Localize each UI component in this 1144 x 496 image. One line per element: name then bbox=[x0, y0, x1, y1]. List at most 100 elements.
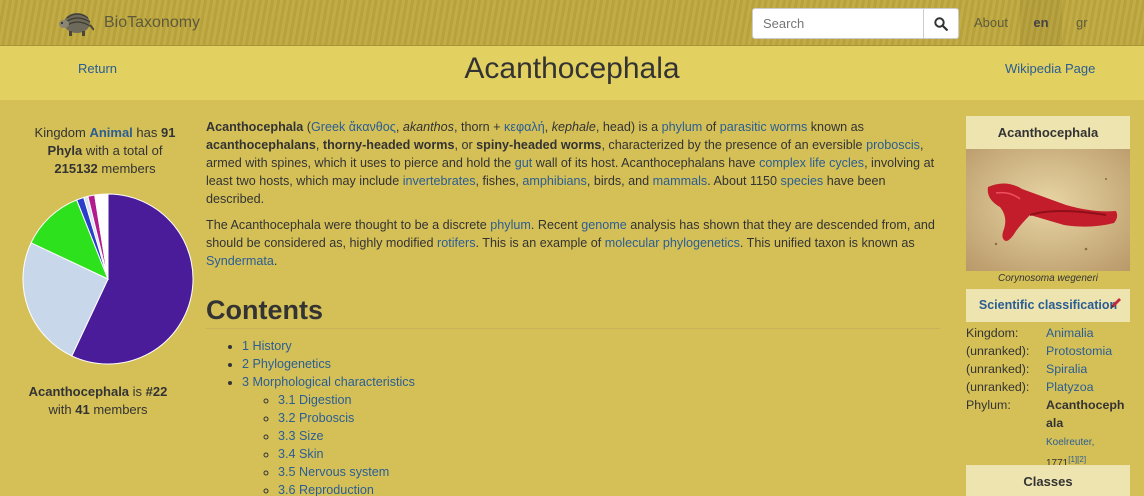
taxon-link-platyzoa[interactable]: Platyzoa bbox=[1046, 380, 1094, 394]
taxon-link-spiralia[interactable]: Spiralia bbox=[1046, 362, 1087, 376]
search-input[interactable] bbox=[753, 9, 923, 38]
phyla-word: Phyla bbox=[47, 143, 83, 158]
rank-label: (unranked): bbox=[966, 362, 1030, 376]
text: , thorn + bbox=[453, 120, 505, 134]
greek-link[interactable]: Greek ἄκανθος bbox=[311, 120, 396, 134]
nav-about-link[interactable]: About bbox=[962, 0, 1020, 46]
article-paragraph-2: The Acanthocephala were thought to be a … bbox=[206, 216, 940, 270]
table-row: (unranked): Platyzoa bbox=[966, 378, 1130, 396]
text: . bbox=[273, 254, 278, 268]
stats-text: members bbox=[97, 161, 156, 176]
phylum-rank: Acanthocephala is #22 with 41 members bbox=[20, 383, 176, 419]
parasitic-worms-link[interactable]: parasitic worms bbox=[720, 120, 807, 134]
classification-table: Kingdom: Animalia (unranked): Protostomia … bbox=[966, 324, 1130, 472]
text: wall of its host. Acanthocephalans have bbox=[532, 156, 760, 170]
rank-text: members bbox=[89, 402, 148, 417]
top-navbar: BioTaxonomy About en gr bbox=[0, 0, 1144, 46]
article-body: Acanthocephala (Greek ἄκανθος, akanthos,… bbox=[206, 118, 940, 278]
search-button[interactable] bbox=[923, 9, 958, 38]
text: , birds, and bbox=[586, 174, 653, 188]
reference-link[interactable]: [1][2] bbox=[1068, 455, 1086, 464]
rank-text: is bbox=[129, 384, 146, 399]
text: , bbox=[544, 120, 552, 134]
toc-subitem: 3.4 Skin bbox=[278, 445, 415, 463]
text: The Acanthocephala were thought to be a … bbox=[206, 218, 491, 232]
members-total: 215132 bbox=[54, 161, 98, 176]
syndermata-link[interactable]: Syndermata bbox=[206, 254, 274, 268]
rank-value: #22 bbox=[145, 384, 168, 399]
table-row: Phylum: Acanthoceph ala Koelreuter, 1771[1… bbox=[966, 396, 1130, 472]
text: . Recent bbox=[530, 218, 582, 232]
lang-gr-link[interactable]: gr bbox=[1064, 0, 1100, 46]
toc-link-history[interactable]: 1 History bbox=[242, 339, 292, 353]
term-bold: thorny-headed worms bbox=[322, 138, 455, 152]
text: , head) is a bbox=[595, 120, 662, 134]
toc-subitem: 3.2 Proboscis bbox=[278, 409, 415, 427]
toc-link-digestion[interactable]: 3.1 Digestion bbox=[278, 393, 352, 407]
kingdom-link[interactable]: Animal bbox=[89, 125, 132, 140]
authority-link[interactable]: Koelreuter, bbox=[1046, 437, 1094, 448]
toc-link-reproduction[interactable]: 3.6 Reproduction bbox=[278, 483, 374, 496]
stats-text: Kingdom bbox=[34, 125, 90, 140]
stats-text: has bbox=[132, 125, 161, 140]
table-row: (unranked): Protostomia bbox=[966, 342, 1130, 360]
table-row: (unranked): Spiralia bbox=[966, 360, 1130, 378]
contents-heading: Contents bbox=[206, 295, 940, 329]
invertebrates-link[interactable]: invertebrates bbox=[403, 174, 476, 188]
toc-link-size[interactable]: 3.3 Size bbox=[278, 429, 324, 443]
scientific-classification-heading[interactable]: Scientific classification bbox=[966, 289, 1130, 322]
rank-label: Kingdom: bbox=[966, 326, 1019, 340]
stats-text: with a total of bbox=[82, 143, 163, 158]
toc-link-skin[interactable]: 3.4 Skin bbox=[278, 447, 324, 461]
greek-link[interactable]: κεφαλή bbox=[504, 120, 545, 134]
edit-pencil-icon[interactable] bbox=[1110, 297, 1122, 309]
complex-life-cycles-link[interactable]: complex life cycles bbox=[759, 156, 864, 170]
proboscis-link[interactable]: proboscis bbox=[866, 138, 920, 152]
amphibians-link[interactable]: amphibians bbox=[522, 174, 586, 188]
gut-link[interactable]: gut bbox=[515, 156, 533, 170]
table-of-contents: 1 History 2 Phylogenetics 3 Morphologica… bbox=[242, 337, 415, 496]
armadillo-logo-icon bbox=[59, 13, 94, 36]
phylum-link[interactable]: phylum bbox=[662, 120, 703, 134]
text: , fishes, bbox=[475, 174, 523, 188]
rotifers-link[interactable]: rotifers bbox=[437, 236, 476, 250]
text: of bbox=[702, 120, 720, 134]
toc-link-proboscis[interactable]: 3.2 Proboscis bbox=[278, 411, 354, 425]
text: , bbox=[315, 138, 323, 152]
phyla-pie-chart[interactable] bbox=[22, 193, 194, 365]
term-bold: acanthocephalans bbox=[206, 138, 316, 152]
genome-link[interactable]: genome bbox=[581, 218, 627, 232]
kingdom-stats: Kingdom Animal has 91 Phyla with a total… bbox=[20, 124, 190, 178]
toc-link-nervous-system[interactable]: 3.5 Nervous system bbox=[278, 465, 389, 479]
text: known as bbox=[807, 120, 864, 134]
brand[interactable]: BioTaxonomy bbox=[58, 8, 200, 38]
rank-name: Acanthocephala bbox=[28, 384, 130, 399]
toc-subitem: 3.1 Digestion bbox=[278, 391, 415, 409]
sci-class-label[interactable]: Scientific classification bbox=[979, 298, 1117, 312]
term-bold: Acanthocephala bbox=[206, 120, 304, 134]
text-italic: kephale bbox=[551, 120, 596, 134]
lang-en-link[interactable]: en bbox=[1020, 0, 1062, 46]
rank-label: (unranked): bbox=[966, 380, 1030, 394]
toc-subitem: 3.6 Reproduction bbox=[278, 481, 415, 496]
toc-subitem: 3.5 Nervous system bbox=[278, 463, 415, 481]
mammals-link[interactable]: mammals bbox=[653, 174, 708, 188]
brand-name[interactable]: BioTaxonomy bbox=[104, 14, 200, 32]
article-paragraph-1: Acanthocephala (Greek ἄκανθος, akanthos,… bbox=[206, 118, 940, 208]
rank-text: with bbox=[48, 402, 76, 417]
taxon-link-animalia[interactable]: Animalia bbox=[1046, 326, 1094, 340]
phylum-value: Acanthoceph ala Koelreuter, 1771[1][2] bbox=[1046, 396, 1130, 472]
toc-item: 3 Morphological characteristics 3.1 Dige… bbox=[242, 373, 415, 496]
text: , characterized by the presence of an ev… bbox=[601, 138, 867, 152]
image-caption: Corynosoma wegeneri bbox=[997, 273, 1099, 284]
search-box bbox=[752, 8, 959, 39]
wikipedia-page-link[interactable]: Wikipedia Page bbox=[1005, 61, 1095, 76]
taxon-link-protostomia[interactable]: Protostomia bbox=[1046, 344, 1112, 358]
molecular-phylogenetics-link[interactable]: molecular phylogenetics bbox=[605, 236, 740, 250]
toc-link-phylogenetics[interactable]: 2 Phylogenetics bbox=[242, 357, 331, 371]
specimen-image[interactable] bbox=[966, 149, 1130, 271]
phylum-link[interactable]: phylum bbox=[490, 218, 531, 232]
toc-sublist: 3.1 Digestion 3.2 Proboscis 3.3 Size 3.4… bbox=[278, 391, 415, 496]
toc-link-morphology[interactable]: 3 Morphological characteristics bbox=[242, 375, 415, 389]
species-link[interactable]: species bbox=[781, 174, 824, 188]
